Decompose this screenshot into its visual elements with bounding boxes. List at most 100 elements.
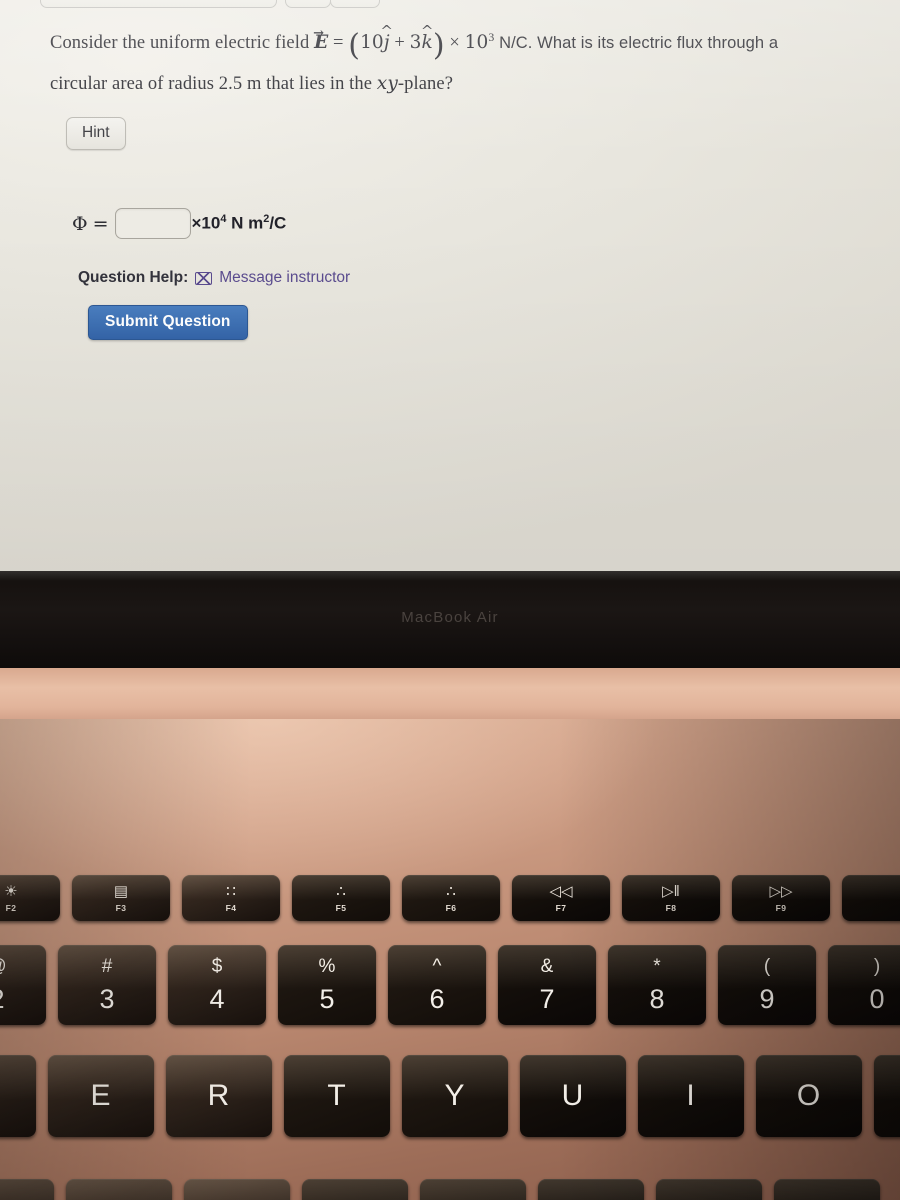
key-sheen: [512, 875, 610, 901]
key-sheen: [166, 1055, 272, 1101]
key-p[interactable]: P: [874, 1055, 900, 1137]
answer-row: Φ = ×104 N m2/C: [72, 208, 900, 240]
launchpad-icon: ∷: [226, 882, 236, 900]
key-8[interactable]: * 8: [608, 945, 706, 1025]
rewind-icon: ◁◁: [549, 882, 573, 900]
key-label: F2: [5, 902, 17, 913]
key-base-label: 2: [0, 986, 5, 1013]
mission-control-icon: ▤: [113, 882, 129, 900]
key-5[interactable]: % 5: [278, 945, 376, 1025]
key-r[interactable]: R: [166, 1055, 272, 1137]
fast-forward-icon: ▷▷: [769, 882, 793, 900]
message-instructor-link[interactable]: Message instructor: [219, 269, 350, 287]
key-base-label: 4: [209, 984, 225, 1014]
key-3[interactable]: #3: [58, 945, 156, 1025]
question-line2: circular area of radius 2.5 m that lies …: [50, 74, 377, 95]
key-s[interactable]: S: [0, 1179, 54, 1200]
envelope-icon: [195, 271, 213, 285]
key-f9[interactable]: ▷▷ F9: [732, 875, 830, 921]
vector-arrow-icon: →: [313, 26, 324, 42]
key-sheen: [0, 1179, 54, 1200]
term2-coefficient: 3: [409, 32, 422, 54]
submit-question-button[interactable]: Submit Question: [88, 305, 248, 341]
key-l[interactable]: L: [774, 1179, 880, 1200]
key-sheen: [284, 1055, 390, 1101]
key-o[interactable]: O: [756, 1055, 862, 1137]
key-sheen: [638, 1055, 744, 1101]
paren-close: ): [432, 28, 445, 64]
chrome-button-a-cutoff[interactable]: [285, 0, 331, 8]
key-blank[interactable]: [842, 875, 900, 921]
paren-open: (: [348, 28, 361, 64]
key-sheen: [402, 875, 500, 901]
key-sheen: [498, 945, 596, 989]
key-sheen: [72, 875, 170, 901]
answer-equals: =: [92, 212, 109, 235]
hint-button[interactable]: Hint: [66, 117, 126, 151]
key-sheen: [0, 1055, 36, 1101]
key-2[interactable]: @2: [0, 945, 46, 1025]
key-f3[interactable]: ▤ F3: [72, 875, 170, 921]
key-sheen: [874, 1055, 900, 1101]
key-j[interactable]: J: [538, 1179, 644, 1200]
key-f6[interactable]: ∴ F6: [402, 875, 500, 921]
magnitude-base: 10: [464, 32, 489, 54]
key-9[interactable]: (9: [718, 945, 816, 1025]
times-sign: ×: [444, 33, 465, 54]
key-k[interactable]: K: [656, 1179, 762, 1200]
key-w[interactable]: W: [0, 1055, 36, 1137]
key-sheen: [58, 945, 156, 989]
asdf-key-row: SDFGHJKL: [0, 1179, 880, 1200]
key-h[interactable]: H: [420, 1179, 526, 1200]
key-base-label: 5: [319, 984, 335, 1014]
key-shift-label: %: [318, 956, 336, 977]
key-f2[interactable]: ☀ F2: [0, 875, 60, 921]
key-label: F7: [555, 902, 567, 913]
key-label: T: [327, 1079, 347, 1112]
browser-chrome-cutoff: [0, 0, 900, 8]
key-4[interactable]: $4: [168, 945, 266, 1025]
key-i[interactable]: I: [638, 1055, 744, 1137]
key-d[interactable]: D: [66, 1179, 172, 1200]
key-label: O: [796, 1079, 822, 1112]
play-pause-icon: ▷‖: [662, 882, 680, 900]
chrome-button-b-cutoff[interactable]: [330, 0, 380, 8]
key-f[interactable]: F: [184, 1179, 290, 1200]
laptop-hardware: MacBook Air ☀ F2 ▤ F3 ∷ F4 ∴ F5 ∴ F6 ◁◁ F7 ▷‖ F8 ▷▷ F9 …: [0, 571, 900, 1200]
key-label: F6: [445, 902, 457, 913]
key-sheen: [828, 945, 900, 989]
hat-j-icon: ^: [380, 22, 394, 41]
laptop-screen: Consider the uniform electric field → E =…: [0, 0, 900, 571]
key-f4[interactable]: ∷ F4: [182, 875, 280, 921]
brightness-up-icon: ☀: [4, 882, 18, 900]
key-sheen: [774, 1179, 880, 1200]
question-text: Consider the uniform electric field → E =…: [50, 18, 860, 103]
key-shift-label: @: [0, 957, 7, 976]
key-base-label: 9: [759, 984, 775, 1014]
electric-field-symbol: → E: [313, 24, 328, 62]
key-f7[interactable]: ◁◁ F7: [512, 875, 610, 921]
key-sheen: [756, 1055, 862, 1101]
key-base-label: 3: [99, 984, 115, 1014]
key-sheen: [538, 1179, 644, 1200]
key-e[interactable]: E: [48, 1055, 154, 1137]
key-u[interactable]: U: [520, 1055, 626, 1137]
key-sheen: [732, 875, 830, 901]
answer-input[interactable]: [114, 208, 191, 240]
key-sheen: [608, 945, 706, 989]
chrome-address-bar-cutoff[interactable]: [40, 0, 277, 8]
key-0[interactable]: ) 0: [828, 945, 900, 1025]
key-label: F3: [115, 902, 127, 913]
key-shift-label: (: [763, 956, 771, 977]
key-g[interactable]: G: [302, 1179, 408, 1200]
question-line2-tail: -plane?: [397, 74, 454, 95]
key-t[interactable]: T: [284, 1055, 390, 1137]
key-y[interactable]: Y: [402, 1055, 508, 1137]
key-6[interactable]: ^ 6: [388, 945, 486, 1025]
function-key-row: ☀ F2 ▤ F3 ∷ F4 ∴ F5 ∴ F6 ◁◁ F7 ▷‖ F8 ▷▷ F9: [0, 875, 900, 921]
key-label: I: [686, 1079, 696, 1112]
key-shift-label: ^: [432, 956, 442, 977]
key-f5[interactable]: ∴ F5: [292, 875, 390, 921]
key-7[interactable]: & 7: [498, 945, 596, 1025]
key-f8[interactable]: ▷‖ F8: [622, 875, 720, 921]
